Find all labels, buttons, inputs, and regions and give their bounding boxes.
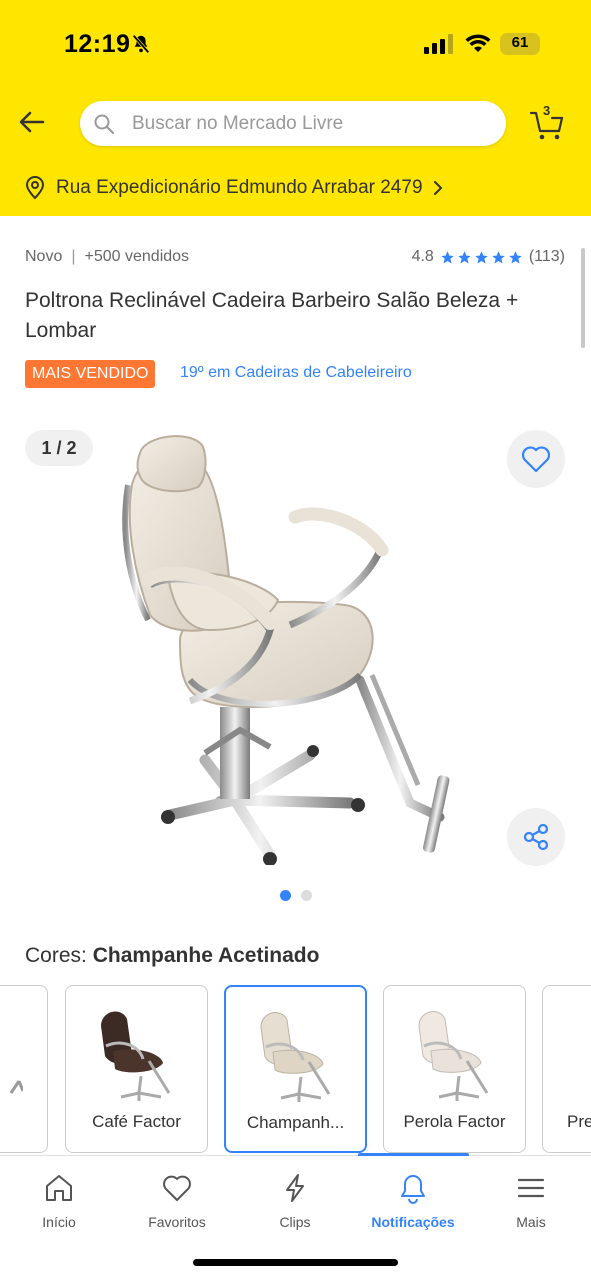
arrow-left-icon — [19, 111, 45, 133]
home-icon — [46, 1175, 72, 1201]
star-icon — [509, 250, 522, 263]
nav-label: Notificações — [371, 1214, 455, 1230]
product-gallery[interactable]: 1 / 2 — [0, 410, 591, 901]
share-button[interactable] — [507, 808, 565, 866]
color-option-label: Perola Factor — [403, 1112, 506, 1131]
home-indicator[interactable] — [193, 1259, 398, 1266]
share-icon — [523, 823, 549, 851]
search-icon — [94, 114, 115, 135]
product-title: Poltrona Reclinável Cadeira Barbeiro Sal… — [25, 289, 519, 342]
color-option-partial-left[interactable]: ng — [0, 985, 48, 1153]
selected-color: Champanhe Acetinado — [92, 944, 320, 967]
cart-button[interactable]: 3 — [528, 103, 566, 142]
color-option-label: ng — [0, 1112, 47, 1132]
review-count: (113) — [528, 248, 565, 265]
product-rating[interactable]: 4.8 (113) — [412, 248, 565, 266]
condition-label: Novo — [25, 248, 63, 265]
color-option-perola-factor[interactable]: Perola Factor — [383, 985, 526, 1153]
rating-stars — [440, 250, 525, 265]
color-option-label: Café Factor — [92, 1112, 181, 1131]
nav-item-mais[interactable]: Mais — [472, 1172, 590, 1230]
color-option-partial-right[interactable]: Pre — [542, 985, 591, 1153]
nav-item-favoritos[interactable]: Favoritos — [118, 1172, 236, 1230]
wifi-icon — [465, 34, 491, 52]
product-image[interactable] — [110, 425, 480, 865]
heart-icon — [163, 1175, 191, 1201]
gallery-pagination[interactable] — [0, 890, 591, 901]
location-pin-icon — [25, 176, 45, 200]
cart-count: 3 — [543, 103, 551, 118]
heart-icon — [522, 446, 550, 473]
color-options[interactable]: ng Café Factor Champanh... Perola Factor — [0, 985, 591, 1153]
delivery-address[interactable]: Rua Expedicionário Edmundo Arrabar 2479 — [24, 174, 445, 202]
color-thumb — [9, 1080, 23, 1094]
bell-icon — [401, 1175, 425, 1204]
color-option-champanhe[interactable]: Champanh... — [224, 985, 367, 1153]
color-option-label: Champanh... — [246, 1113, 345, 1132]
star-icon — [492, 250, 505, 263]
nav-item-inicio[interactable]: Início — [0, 1172, 118, 1230]
nav-label: Clips — [279, 1214, 311, 1230]
color-thumb — [260, 1012, 331, 1102]
nav-label: Favoritos — [148, 1214, 206, 1230]
search-bar[interactable] — [80, 101, 506, 146]
back-button[interactable] — [14, 104, 50, 140]
star-icon — [441, 250, 454, 263]
pagination-dot-2[interactable] — [300, 890, 312, 901]
color-option-cafe-factor[interactable]: Café Factor — [65, 985, 208, 1153]
status-bar: 12:19 61 — [0, 0, 591, 90]
meta-separator: | — [71, 248, 76, 265]
status-time: 12:19 — [64, 30, 131, 58]
color-thumb — [568, 1001, 591, 1101]
product-meta: Novo | +500 vendidos — [25, 248, 189, 266]
pagination-dot-1[interactable] — [279, 890, 291, 901]
star-icon — [475, 250, 488, 263]
lightning-icon — [286, 1174, 304, 1202]
sold-count: +500 vendidos — [84, 248, 190, 265]
bell-off-icon — [132, 34, 150, 54]
nav-item-notificacoes[interactable]: Notificações — [354, 1172, 472, 1230]
color-thumb — [418, 1011, 489, 1101]
rating-value: 4.8 — [411, 248, 434, 265]
scrollbar[interactable] — [581, 248, 585, 348]
colors-heading: Cores: Champanhe Acetinado — [25, 944, 319, 968]
address-text: Rua Expedicionário Edmundo Arrabar 2479 — [56, 177, 423, 198]
nav-label: Início — [42, 1214, 76, 1230]
favorite-button[interactable] — [507, 430, 565, 488]
battery-indicator: 61 — [500, 33, 540, 55]
color-option-label: Pre — [567, 1112, 591, 1131]
nav-item-clips[interactable]: Clips — [236, 1172, 354, 1230]
best-seller-badge: MAIS VENDIDO — [25, 360, 156, 388]
colors-label: Cores: — [25, 944, 87, 967]
category-rank-link[interactable]: 19º em Cadeiras de Cabeleireiro — [180, 364, 412, 382]
menu-icon — [517, 1178, 545, 1198]
search-input[interactable] — [132, 101, 492, 146]
app-header: 12:19 61 Buscar no Mercado Livre 3 Rua E… — [0, 0, 591, 216]
cellular-signal-icon — [424, 34, 453, 54]
nav-label: Mais — [516, 1214, 546, 1230]
chevron-right-icon — [433, 181, 442, 195]
battery-level: 61 — [511, 34, 529, 51]
color-thumb — [101, 1011, 171, 1101]
image-counter: 1 / 2 — [25, 430, 93, 466]
star-icon — [458, 250, 471, 263]
